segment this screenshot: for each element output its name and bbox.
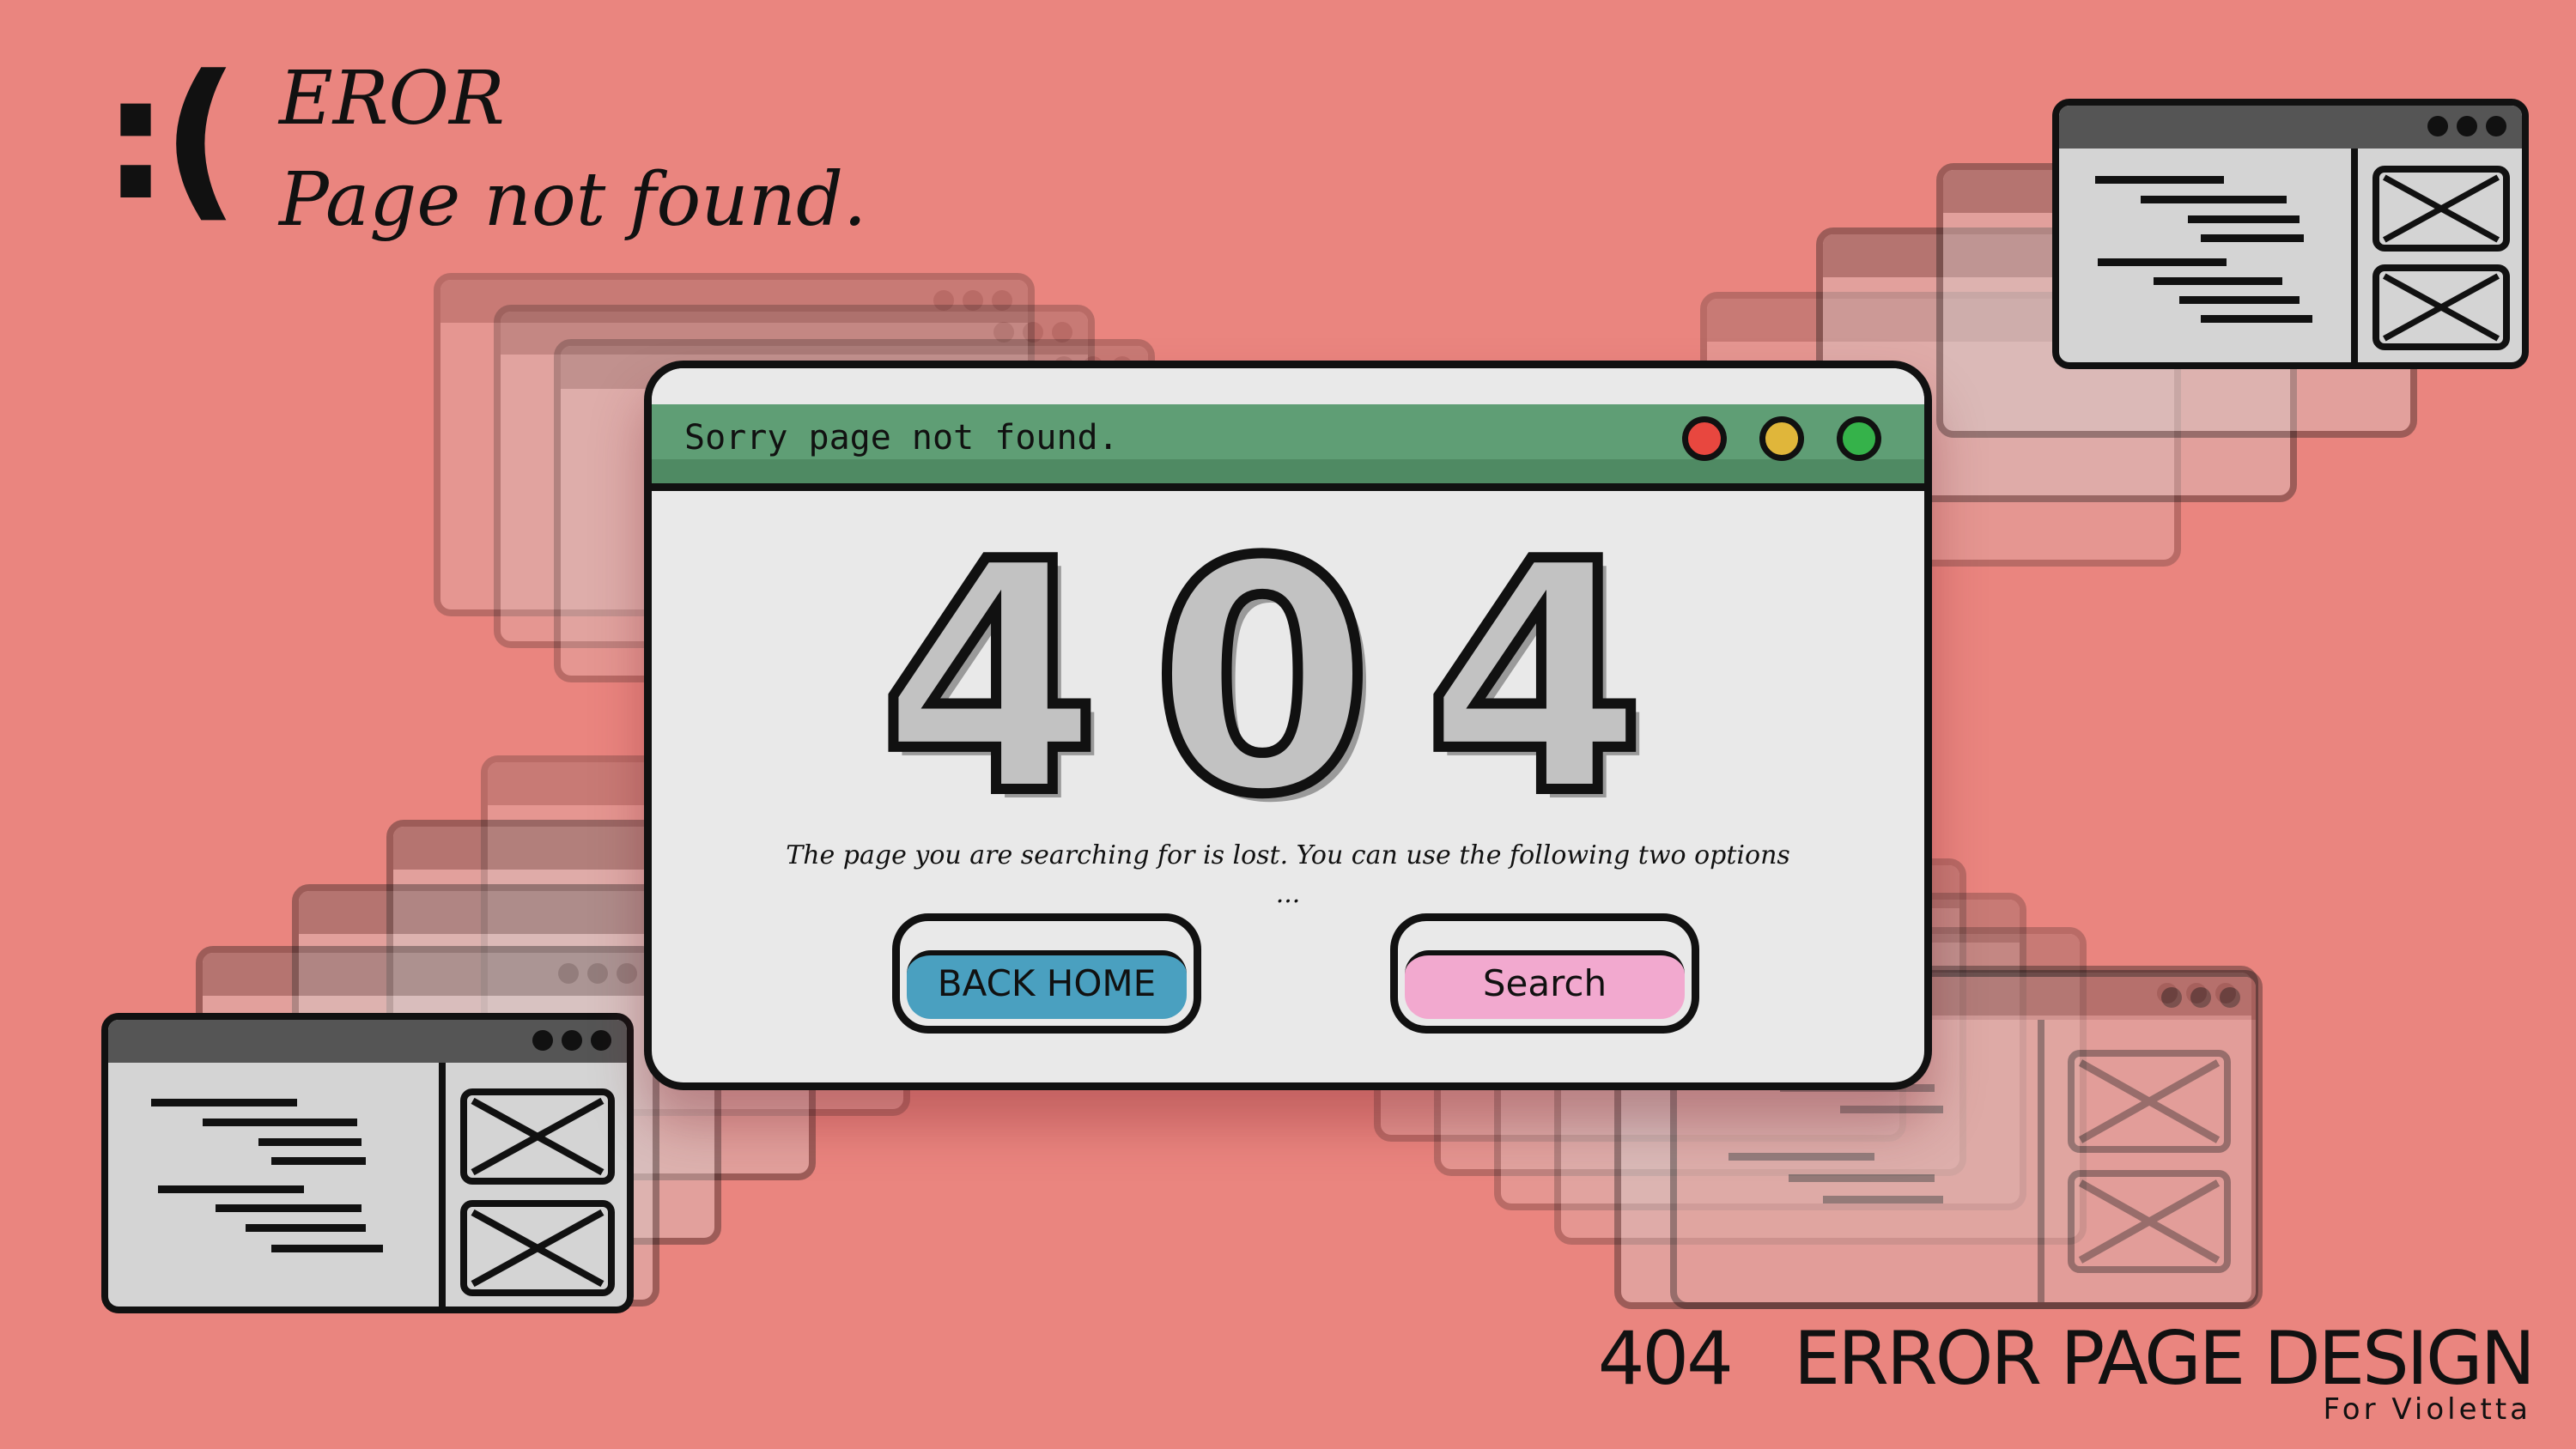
caption-subtitle: For Violetta xyxy=(2323,1392,2531,1427)
error-heading: EROR xyxy=(279,56,505,142)
caption-title: 404 ERROR PAGE DESIGN xyxy=(1597,1316,2536,1402)
maximize-button[interactable] xyxy=(1837,416,1881,461)
error-dialog: Sorry page not found. 404 The page you a… xyxy=(644,361,1932,1090)
error-subheading: Page not found. xyxy=(279,157,867,243)
back-home-label: BACK HOME xyxy=(937,962,1157,1004)
search-label: Search xyxy=(1482,962,1607,1004)
image-placeholder-icon xyxy=(460,1088,615,1185)
window-dots-icon xyxy=(2427,116,2506,136)
search-button[interactable]: Search xyxy=(1390,913,1699,1034)
dialog-title: Sorry page not found. xyxy=(684,418,1119,458)
wireframe-window-top-right xyxy=(2052,99,2529,369)
minimize-button[interactable] xyxy=(1759,416,1804,461)
close-button[interactable] xyxy=(1682,416,1727,461)
error-description: The page you are searching for is lost. … xyxy=(652,836,1924,913)
error-code: 404 xyxy=(874,495,1698,864)
window-dots-icon xyxy=(558,963,637,984)
image-placeholder-icon xyxy=(460,1200,615,1296)
back-home-button[interactable]: BACK HOME xyxy=(892,913,1201,1034)
image-placeholder-icon xyxy=(2372,166,2510,252)
description-line: The page you are searching for is lost. … xyxy=(786,840,1790,870)
image-placeholder-icon xyxy=(2068,1170,2231,1273)
window-dots-icon xyxy=(2161,987,2240,1008)
window-dots-icon xyxy=(532,1030,611,1051)
description-ellipsis: ... xyxy=(1275,879,1301,909)
sad-face-icon: :( xyxy=(101,39,240,239)
wireframe-window-bottom-left xyxy=(101,1013,634,1313)
image-placeholder-icon xyxy=(2068,1050,2231,1153)
dialog-titlebar: Sorry page not found. xyxy=(652,368,1924,491)
image-placeholder-icon xyxy=(2372,264,2510,350)
